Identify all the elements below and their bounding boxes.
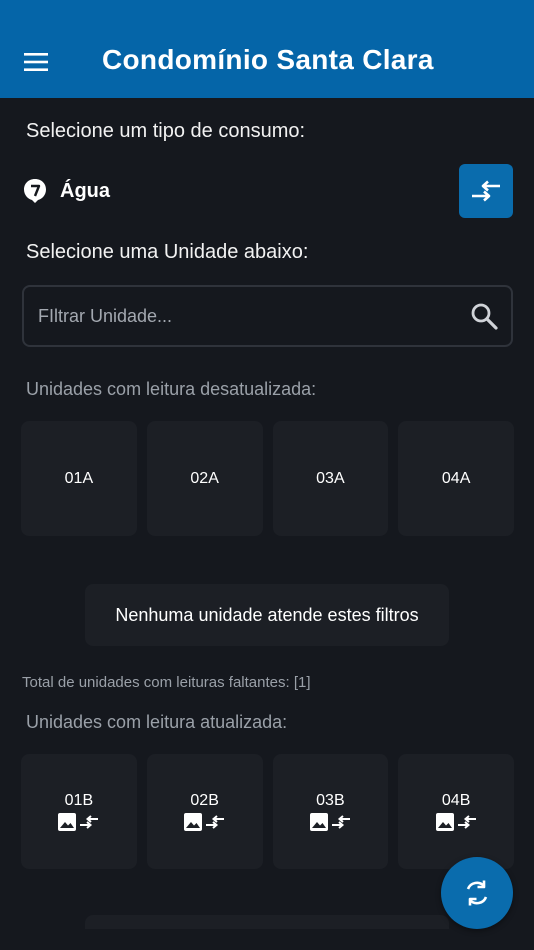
consumo-selected: Água <box>22 176 110 206</box>
unit-label: 04A <box>441 469 471 487</box>
swap-icon <box>472 180 500 202</box>
consumo-name: Água <box>60 179 110 202</box>
water-drop-icon <box>22 178 48 204</box>
refresh-button[interactable] <box>441 857 513 929</box>
unit-label: 01A <box>64 469 94 487</box>
refresh-icon <box>466 880 488 906</box>
image-icon <box>435 813 454 831</box>
unit-tile[interactable]: 02A <box>146 421 263 536</box>
unit-tile[interactable]: 01B <box>21 754 137 869</box>
image-icon <box>184 813 203 831</box>
unit-tile[interactable]: 02B <box>146 754 263 869</box>
unit-label: 03A <box>316 469 345 487</box>
swap-icon <box>457 815 476 829</box>
unit-tile[interactable]: 03B <box>272 754 389 869</box>
menu-icon[interactable] <box>18 44 54 80</box>
unit-tile[interactable]: 01A <box>21 421 137 536</box>
unit-tile[interactable]: 03A <box>272 421 389 536</box>
missing-readings-total: Total de unidades com leituras faltantes… <box>22 674 311 691</box>
filter-input[interactable] <box>24 305 469 327</box>
unit-label: 03B <box>316 792 345 809</box>
search-icon[interactable] <box>469 301 499 331</box>
app-bar: Condomínio Santa Clara <box>0 0 534 98</box>
image-icon <box>58 813 77 831</box>
updated-section-label: Unidades com leitura atualizada: <box>26 712 288 732</box>
unit-label: 04B <box>441 792 471 809</box>
swap-consumo-button[interactable] <box>459 164 513 218</box>
unit-label: 01B <box>64 792 94 809</box>
image-icon <box>309 813 328 831</box>
unit-tile[interactable]: 04A <box>398 421 514 536</box>
updated-units-grid: 01B 02B 03B 04B <box>21 754 514 869</box>
unit-label: 02B <box>190 792 219 809</box>
swap-icon <box>80 815 99 829</box>
unit-label: 02A <box>190 469 219 487</box>
page-title: Condomínio Santa Clara <box>102 44 434 75</box>
consumo-label: Selecione um tipo de consumo: <box>26 120 306 142</box>
unit-tile[interactable]: 04B <box>398 754 514 869</box>
empty-filter-message: Nenhuma unidade atende estes filtros <box>85 584 449 646</box>
swap-icon <box>206 815 225 829</box>
outdated-units-grid: 01A 02A 03A 04A <box>21 421 514 536</box>
swap-icon <box>331 815 350 829</box>
outdated-section-label: Unidades com leitura desatualizada: <box>26 379 317 399</box>
unidade-label: Selecione uma Unidade abaixo: <box>26 241 309 263</box>
filter-field <box>22 285 513 347</box>
bottom-card-edge <box>85 915 449 929</box>
